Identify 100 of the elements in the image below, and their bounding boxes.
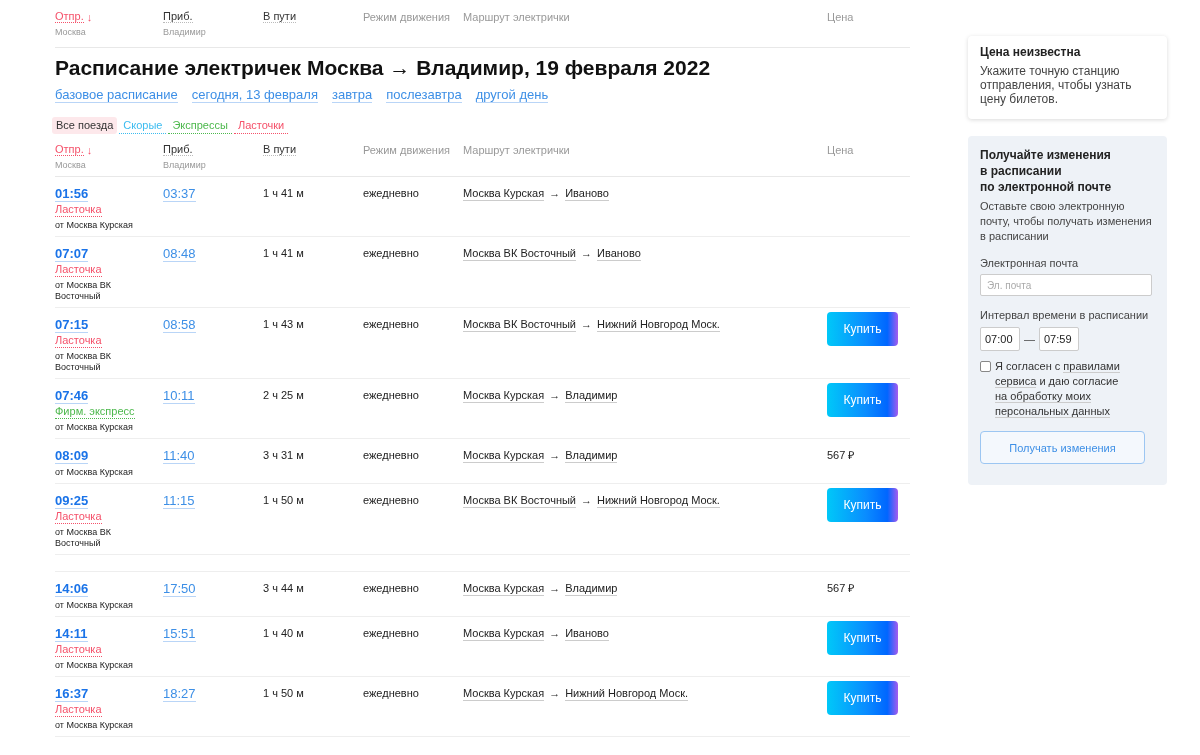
column-header[interactable]: В пути xyxy=(263,143,297,156)
column-header[interactable]: Отпр. xyxy=(55,10,84,23)
field-label: Интервал времени в расписании xyxy=(980,309,1150,321)
station-link[interactable]: Москва Курская xyxy=(463,388,545,403)
arrow-text: → xyxy=(581,247,592,259)
subscribe-button[interactable]: Получать изменения xyxy=(980,431,1145,464)
column-subheader: Владимир xyxy=(163,27,207,37)
consent-link[interactable]: правилами xyxy=(1063,360,1120,373)
schedule-text: ежедневно xyxy=(363,246,419,261)
arrival-time-link[interactable]: 17:50 xyxy=(163,581,196,597)
train-type-label: Ласточка xyxy=(55,643,102,657)
buy-button[interactable]: Купить xyxy=(827,681,898,715)
date-link[interactable]: базовое расписание xyxy=(55,87,178,103)
station-link[interactable]: Владимир xyxy=(565,448,618,463)
arrival-time-link[interactable]: 18:27 xyxy=(163,686,196,702)
arrival-time-link[interactable]: 11:15 xyxy=(163,493,195,509)
arrow-text: → xyxy=(549,449,561,461)
arrow-text: → xyxy=(549,582,561,594)
train-type-label: Ласточка xyxy=(55,510,102,524)
station-link[interactable]: Владимир xyxy=(565,581,618,596)
station-link[interactable]: Иваново xyxy=(565,626,609,641)
schedule-text: ежедневно xyxy=(363,186,419,201)
departure-time-link[interactable]: 07:15 xyxy=(55,317,89,333)
field-label: Электронная почта xyxy=(980,257,1080,269)
station-text: от Москва ВК Восточный xyxy=(55,527,112,549)
panel-text: Оставьте свою электронную почту, чтобы получать изменения в расписании xyxy=(980,199,1153,244)
page-title: Расписание электричек Москва → Владимир, 19 февраля 2022 xyxy=(55,55,712,81)
duration-text: 1 ч 41 м xyxy=(263,246,304,261)
buy-button[interactable]: Купить xyxy=(827,383,898,417)
arrival-time-link[interactable]: 08:48 xyxy=(163,246,196,262)
station-link[interactable]: Москва Курская xyxy=(463,448,545,463)
consent-link[interactable]: сервиса xyxy=(995,375,1037,388)
station-text: от Москва Курская xyxy=(55,600,134,611)
duration-text: 3 ч 44 м xyxy=(263,581,304,596)
column-header[interactable]: Приб. xyxy=(163,10,193,23)
buy-button[interactable]: Купить xyxy=(827,621,898,655)
consent-link[interactable]: на обработку моих xyxy=(995,390,1091,403)
arrival-time-link[interactable]: 03:37 xyxy=(163,186,196,202)
arrival-time-link[interactable]: 15:51 xyxy=(163,626,196,642)
time-from-field[interactable]: 07:00 xyxy=(980,327,1020,351)
departure-time-link[interactable]: 07:07 xyxy=(55,246,89,262)
column-subheader: Москва xyxy=(55,160,87,170)
dash-text: — xyxy=(1024,333,1035,345)
filter-tab[interactable]: Экспрессы xyxy=(168,117,232,134)
departure-time-link[interactable]: 09:25 xyxy=(55,493,89,509)
station-text: от Москва Курская xyxy=(55,422,134,433)
column-header[interactable]: В пути xyxy=(263,10,297,23)
arrival-time-link[interactable]: 11:40 xyxy=(163,448,195,464)
station-link[interactable]: Владимир xyxy=(565,388,618,403)
buy-button[interactable]: Купить xyxy=(827,488,898,522)
station-text: от Москва Курская xyxy=(55,220,134,231)
consent-link[interactable]: персональных данных xyxy=(995,405,1110,418)
station-link[interactable]: Москва ВК Восточный xyxy=(463,246,576,261)
station-link[interactable]: Нижний Новгород Моск. xyxy=(565,686,689,701)
station-link[interactable]: Москва Курская xyxy=(463,686,545,701)
station-link[interactable]: Москва ВК Восточный xyxy=(463,317,576,332)
arrow-text: → xyxy=(581,318,592,330)
column-subheader: Москва xyxy=(55,27,87,37)
train-type-label: Фирм. экспресс xyxy=(55,405,135,419)
departure-time-link[interactable]: 16:37 xyxy=(55,686,89,702)
column-header: Маршрут электрички xyxy=(463,143,570,156)
price-text: 567 ₽ xyxy=(827,581,855,596)
departure-time-link[interactable]: 14:06 xyxy=(55,581,89,597)
date-link[interactable]: сегодня, 13 февраля xyxy=(191,87,318,103)
panel-title-line: в расписании xyxy=(980,163,1063,179)
station-text: от Москва Курская xyxy=(55,720,134,731)
station-link[interactable]: Москва Курская xyxy=(463,186,545,201)
duration-text: 1 ч 43 м xyxy=(263,317,304,332)
duration-text: 3 ч 31 м xyxy=(263,448,304,463)
station-link[interactable]: Москва ВК Восточный xyxy=(463,493,576,508)
filter-tab[interactable]: Все поезда xyxy=(52,117,118,134)
column-header[interactable]: Отпр. xyxy=(55,143,84,156)
price-text: 567 ₽ xyxy=(827,448,855,463)
buy-button[interactable]: Купить xyxy=(827,312,898,346)
station-link[interactable]: Иваново xyxy=(597,246,641,261)
arrow-text: → xyxy=(549,687,561,699)
duration-text: 1 ч 41 м xyxy=(263,186,304,201)
date-link[interactable]: другой день xyxy=(475,87,549,103)
arrival-time-link[interactable]: 08:58 xyxy=(163,317,196,333)
filter-tab[interactable]: Ласточки xyxy=(233,117,289,134)
station-link[interactable]: Иваново xyxy=(565,186,609,201)
date-link[interactable]: завтра xyxy=(331,87,373,103)
duration-text: 1 ч 40 м xyxy=(263,626,304,641)
email-field[interactable]: Эл. почта xyxy=(980,274,1152,296)
consent-checkbox[interactable] xyxy=(980,361,991,372)
departure-time-link[interactable]: 08:09 xyxy=(55,448,89,464)
station-link[interactable]: Нижний Новгород Моск. xyxy=(597,317,720,332)
time-to-field[interactable]: 07:59 xyxy=(1039,327,1079,351)
departure-time-link[interactable]: 01:56 xyxy=(55,186,89,202)
station-link[interactable]: Москва Курская xyxy=(463,626,545,641)
station-link[interactable]: Москва Курская xyxy=(463,581,545,596)
date-link[interactable]: послезавтра xyxy=(386,87,462,103)
column-header: Режим движения xyxy=(363,10,451,23)
station-link[interactable]: Нижний Новгород Моск. xyxy=(597,493,720,508)
departure-time-link[interactable]: 07:46 xyxy=(55,388,89,404)
departure-time-link[interactable]: 14:11 xyxy=(55,626,88,642)
arrival-time-link[interactable]: 10:11 xyxy=(163,388,195,404)
column-header[interactable]: Приб. xyxy=(163,143,193,156)
panel-title-line: по электронной почте xyxy=(980,179,1113,195)
station-text: от Москва Курская xyxy=(55,467,134,478)
